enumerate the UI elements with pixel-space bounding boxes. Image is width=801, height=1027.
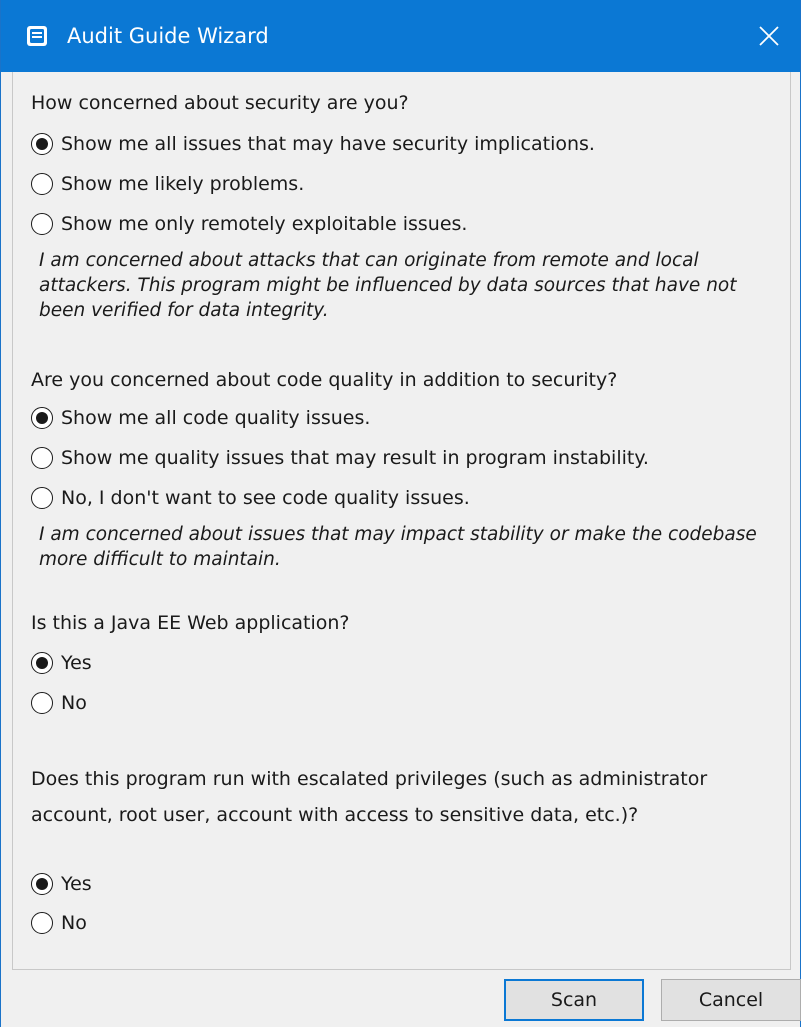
option-label: Yes (61, 652, 92, 674)
radio-unselected-icon[interactable] (31, 912, 53, 934)
radio-unselected-icon[interactable] (31, 487, 53, 509)
option-label: Show me all issues that may have securit… (61, 133, 595, 155)
audit-guide-wizard-window: Audit Guide Wizard How concerned about s… (0, 0, 801, 1027)
radio-selected-icon[interactable] (31, 407, 53, 429)
java-ee-question-label: Is this a Java EE Web application? (31, 612, 350, 634)
option-label: Show me only remotely exploitable issues… (61, 213, 468, 235)
security-option-all[interactable]: Show me all issues that may have securit… (31, 131, 595, 157)
radio-unselected-icon[interactable] (31, 213, 53, 235)
quality-option-all[interactable]: Show me all code quality issues. (31, 405, 370, 431)
java-ee-option-no[interactable]: No (31, 690, 87, 716)
security-option-remote[interactable]: Show me only remotely exploitable issues… (31, 211, 467, 237)
quality-option-instability[interactable]: Show me quality issues that may result i… (31, 445, 649, 471)
option-label: Yes (61, 873, 92, 895)
scan-button[interactable]: Scan (504, 979, 644, 1021)
security-option-likely[interactable]: Show me likely problems. (31, 171, 304, 197)
window-title: Audit Guide Wizard (67, 24, 269, 48)
option-label: No, I don't want to see code quality iss… (61, 487, 470, 509)
option-label: No (61, 912, 87, 934)
radio-selected-icon[interactable] (31, 133, 53, 155)
quality-description: I am concerned about issues that may imp… (39, 524, 757, 570)
title-bar[interactable]: Audit Guide Wizard (1, 0, 800, 72)
quality-option-none[interactable]: No, I don't want to see code quality iss… (31, 485, 470, 511)
radio-selected-icon[interactable] (31, 652, 53, 674)
radio-unselected-icon[interactable] (31, 447, 53, 469)
option-label: Show me all code quality issues. (61, 407, 371, 429)
wizard-content: How concerned about security are you? Sh… (12, 72, 791, 970)
cancel-button[interactable]: Cancel (661, 979, 801, 1021)
java-ee-option-yes[interactable]: Yes (31, 650, 92, 676)
option-label: Show me quality issues that may result i… (61, 447, 649, 469)
quality-question-label: Are you concerned about code quality in … (31, 369, 618, 391)
radio-selected-icon[interactable] (31, 873, 53, 895)
radio-unselected-icon[interactable] (31, 173, 53, 195)
option-label: Show me likely problems. (61, 173, 305, 195)
option-label: No (61, 692, 87, 714)
security-description: I am concerned about attacks that can or… (39, 250, 737, 321)
close-icon (759, 26, 779, 46)
security-question-label: How concerned about security are you? (31, 92, 409, 114)
privileges-option-yes[interactable]: Yes (31, 871, 92, 897)
privileges-question-label: Does this program run with escalated pri… (31, 768, 708, 826)
close-button[interactable] (738, 0, 800, 72)
privileges-option-no[interactable]: No (31, 910, 87, 936)
radio-unselected-icon[interactable] (31, 692, 53, 714)
app-window-icon (27, 26, 47, 46)
